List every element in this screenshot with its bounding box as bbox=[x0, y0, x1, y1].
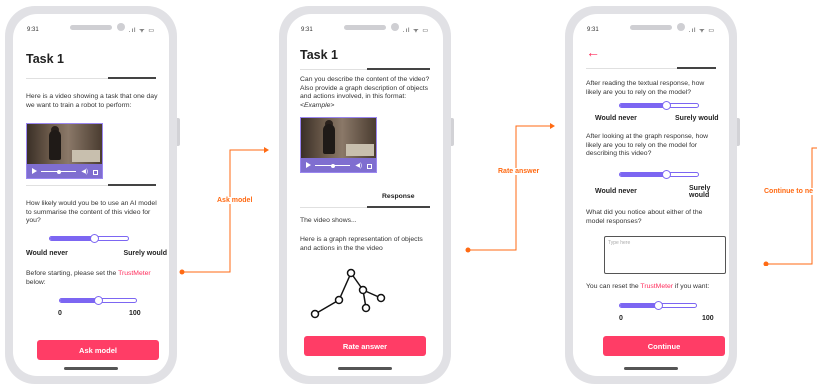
label-would-never: Would never bbox=[26, 250, 68, 257]
trust-min: 0 bbox=[619, 315, 623, 322]
signal-wifi-battery-icon: .ıl ᯤ ▭ bbox=[688, 28, 715, 34]
phone-frame-3: 9:31 .ıl ᯤ ▭ ← After reading the textual… bbox=[565, 6, 740, 384]
notice-textarea[interactable]: Type here bbox=[604, 236, 726, 274]
slider-thumb[interactable] bbox=[653, 301, 663, 310]
play-icon[interactable] bbox=[32, 168, 37, 174]
flow-label-ask-model: Ask model bbox=[216, 197, 254, 204]
camera-icon bbox=[117, 23, 125, 31]
text-reliance-question: After reading the textual response, how … bbox=[586, 80, 705, 96]
volume-icon[interactable]: ◀) bbox=[81, 168, 88, 175]
likelihood-question: How likely would you be to use an AI mod… bbox=[26, 200, 157, 225]
text-reliance-slider[interactable] bbox=[619, 101, 699, 110]
prompt-question: Can you describe the content of the vide… bbox=[300, 76, 430, 109]
label-surely-would: Surely would bbox=[123, 250, 167, 257]
label-surely-would: Surely would bbox=[675, 115, 719, 122]
label-would-never: Would never bbox=[595, 115, 637, 122]
video-player[interactable]: ◀) bbox=[300, 117, 377, 173]
speaker-notch bbox=[344, 25, 386, 30]
likelihood-slider[interactable] bbox=[49, 234, 129, 243]
continue-button[interactable]: Continue bbox=[603, 336, 725, 356]
page-title: Task 1 bbox=[26, 52, 64, 66]
screen-rating: 9:31 .ıl ᯤ ▭ ← After reading the textual… bbox=[573, 14, 729, 376]
back-arrow-icon[interactable]: ← bbox=[586, 45, 600, 59]
trust-min: 0 bbox=[58, 310, 62, 317]
camera-icon bbox=[391, 23, 399, 31]
home-indicator bbox=[624, 367, 678, 370]
flow-connector-1 bbox=[179, 147, 269, 275]
video-player[interactable]: ◀) bbox=[26, 123, 103, 179]
speaker-notch bbox=[630, 25, 672, 30]
phone-frame-1: 9:31 .ıl ᯤ ▭ Task 1 Here is a video show… bbox=[5, 6, 180, 384]
flow-connector-2 bbox=[465, 123, 555, 253]
graph-reliance-question: After looking at the graph response, how… bbox=[586, 133, 709, 158]
label-would-never: Would never bbox=[595, 188, 637, 195]
camera-icon bbox=[677, 23, 685, 31]
trustmeter-link[interactable]: TrustMeter bbox=[640, 283, 673, 290]
reset-instruction: You can reset the TrustMeter if you want… bbox=[586, 283, 710, 290]
slider-thumb[interactable] bbox=[89, 234, 99, 243]
action-graph bbox=[310, 268, 386, 319]
rate-answer-button[interactable]: Rate answer bbox=[304, 336, 426, 356]
trust-instruction: Before starting, please set the TrustMet… bbox=[26, 270, 151, 286]
signal-wifi-battery-icon: .ıl ᯤ ▭ bbox=[402, 28, 429, 34]
home-indicator bbox=[338, 367, 392, 370]
home-indicator bbox=[64, 367, 118, 370]
graph-intro-text: Here is a graph representation of object… bbox=[300, 236, 423, 252]
flow-connector-3 bbox=[763, 147, 817, 266]
intro-text: Here is a video showing a task that one … bbox=[26, 93, 158, 109]
notice-question: What did you notice about either of the … bbox=[586, 209, 703, 225]
slider-thumb[interactable] bbox=[662, 101, 672, 110]
status-time: 9:31 bbox=[587, 27, 599, 33]
fullscreen-icon[interactable] bbox=[93, 170, 98, 175]
slider-thumb[interactable] bbox=[662, 170, 672, 179]
trustmeter-slider[interactable] bbox=[619, 301, 697, 310]
flow-label-rate-answer: Rate answer bbox=[497, 168, 541, 175]
trust-max: 100 bbox=[702, 315, 714, 322]
label-surely-would: Surely would bbox=[689, 185, 711, 199]
graph-reliance-slider[interactable] bbox=[619, 170, 699, 179]
slider-thumb[interactable] bbox=[93, 296, 103, 305]
play-icon[interactable] bbox=[306, 162, 311, 168]
status-time: 9:31 bbox=[301, 27, 313, 33]
trustmeter-slider[interactable] bbox=[59, 296, 137, 305]
flow-label-continue: Continue to ne bbox=[763, 188, 814, 195]
phone-frame-2: 9:31 .ıl ᯤ ▭ Task 1 Can you describe the… bbox=[279, 6, 454, 384]
example-placeholder: <Example> bbox=[300, 101, 335, 109]
volume-icon[interactable]: ◀) bbox=[355, 162, 362, 169]
fullscreen-icon[interactable] bbox=[367, 164, 372, 169]
trustmeter-link[interactable]: TrustMeter bbox=[118, 270, 151, 277]
trust-max: 100 bbox=[129, 310, 141, 317]
screen-task-intro: 9:31 .ıl ᯤ ▭ Task 1 Here is a video show… bbox=[13, 14, 169, 376]
status-time: 9:31 bbox=[27, 27, 39, 33]
speaker-notch bbox=[70, 25, 112, 30]
ask-model-button[interactable]: Ask model bbox=[37, 340, 159, 360]
tab-response[interactable]: Response bbox=[382, 193, 414, 200]
response-text: The video shows... bbox=[300, 217, 357, 224]
page-title: Task 1 bbox=[300, 48, 338, 62]
screen-model-response: 9:31 .ıl ᯤ ▭ Task 1 Can you describe the… bbox=[287, 14, 443, 376]
signal-wifi-battery-icon: .ıl ᯤ ▭ bbox=[128, 28, 155, 34]
